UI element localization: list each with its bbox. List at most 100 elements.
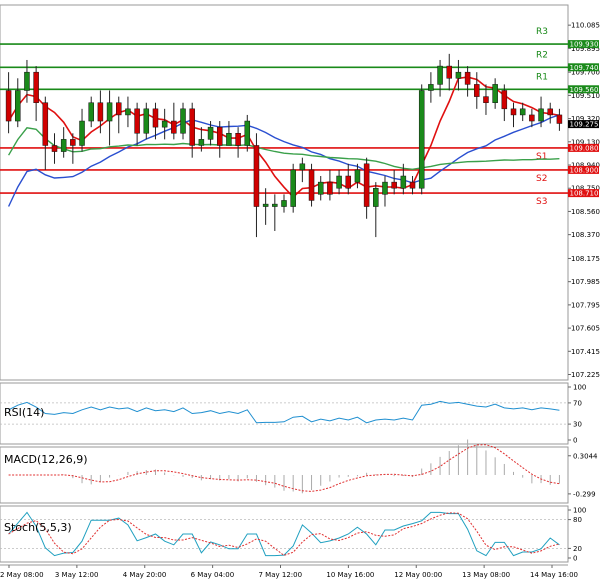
candle-body: [216, 126, 223, 146]
level-price-r2: 109.740: [570, 64, 599, 72]
stoch-label: Stoch(5,5,3): [4, 521, 72, 534]
candle-body: [556, 114, 563, 124]
level-price-s3: 108.710: [570, 190, 599, 198]
rsi-label: RSI(14): [4, 406, 44, 419]
level-name-s2: S2: [536, 174, 547, 184]
candle-body: [161, 120, 168, 128]
candle-body: [483, 96, 489, 103]
price-tick-label: 107.985: [571, 278, 600, 286]
macd-tick-label: -0.299: [573, 490, 596, 498]
candle-body: [88, 102, 94, 122]
candle-body: [308, 169, 315, 201]
candle-body: [106, 102, 113, 122]
time-label: 4 May 20:00: [123, 571, 167, 579]
candle-body: [538, 108, 544, 122]
candle-body: [299, 163, 306, 171]
level-name-r3: R3: [536, 27, 548, 37]
level-price-s1: 109.080: [570, 144, 599, 152]
candle-body: [418, 90, 425, 189]
price-tick-label: 108.370: [571, 231, 600, 239]
candle-body: [290, 169, 296, 207]
candle-body: [382, 181, 388, 195]
time-label: 3 May 12:00: [55, 571, 99, 579]
level-price-s2: 108.900: [570, 166, 599, 174]
candle-body: [492, 84, 498, 103]
time-label: 2 May 08:00: [0, 571, 44, 579]
candle-body: [409, 181, 416, 189]
price-tick-label: 108.560: [571, 208, 600, 216]
level-price-r3: 109.930: [570, 41, 599, 49]
candle-body: [171, 120, 177, 134]
candle-body: [235, 133, 241, 146]
candle-body: [42, 102, 49, 146]
candle-body: [262, 203, 269, 207]
candle-body: [134, 108, 140, 134]
rsi-tick-label: 70: [573, 399, 582, 407]
time-label: 6 May 04:00: [191, 571, 235, 579]
candle-body: [244, 120, 251, 146]
candle-body: [373, 187, 379, 207]
candle-body: [327, 181, 333, 195]
level-name-s3: S3: [536, 197, 547, 207]
level-name-s1: S1: [536, 152, 547, 162]
forex-chart: 110.085109.895109.700109.510109.320109.1…: [0, 4, 600, 579]
candle-body: [198, 139, 205, 146]
candle-body: [79, 120, 85, 146]
current-price-label: 109.275: [570, 121, 599, 129]
price-tick-label: 108.175: [571, 255, 600, 263]
candle-body: [345, 175, 352, 189]
candle-body: [189, 108, 195, 146]
candle-body: [180, 108, 186, 134]
price-tick-label: 107.225: [571, 371, 600, 379]
level-name-r1: R1: [536, 72, 548, 82]
candle-body: [336, 175, 342, 189]
candle-body: [152, 108, 159, 128]
candle-body: [226, 133, 232, 146]
candle-body: [510, 108, 517, 116]
candle-body: [474, 84, 480, 97]
candle-body: [529, 114, 535, 122]
candle-body: [317, 181, 324, 195]
candle-body: [363, 163, 370, 207]
macd-label: MACD(12,26,9): [4, 453, 88, 466]
candle-body: [60, 139, 67, 152]
level-name-r2: R2: [536, 50, 548, 60]
candle-body: [391, 181, 397, 189]
candle-body: [400, 175, 407, 189]
candle-body: [455, 71, 462, 79]
candle-body: [547, 108, 553, 116]
stoch-tick-label: 20: [573, 545, 582, 553]
time-label: 10 May 16:00: [326, 571, 374, 579]
candle-body: [253, 145, 260, 207]
price-tick-label: 110.085: [571, 22, 600, 30]
candle-body: [354, 169, 361, 183]
time-label: 13 May 08:00: [462, 571, 510, 579]
candle-body: [272, 203, 278, 207]
candle-body: [15, 90, 21, 122]
candle-body: [281, 200, 287, 207]
candle-body: [446, 65, 452, 79]
level-price-r1: 109.560: [570, 86, 599, 94]
candle-body: [437, 65, 443, 85]
time-label: 12 May 00:00: [394, 571, 442, 579]
candle-body: [428, 84, 434, 91]
price-tick-label: 107.415: [571, 348, 600, 356]
candle-body: [5, 90, 12, 122]
stoch-tick-label: 0: [573, 555, 577, 563]
time-axis: 2 May 08:00 3 May 12:00 4 May 20:00 6 May 0…: [0, 565, 578, 579]
time-label: 7 May 12:00: [259, 571, 303, 579]
candle-body: [116, 102, 122, 116]
candle-body: [97, 102, 104, 122]
candle-body: [207, 126, 214, 140]
rsi-tick-label: 30: [573, 421, 582, 429]
price-tick-label: 107.605: [571, 325, 600, 333]
stoch-tick-label: 80: [573, 516, 582, 524]
indicator-panel-1: [0, 382, 569, 445]
price-axis: 110.085109.895109.700109.510109.320109.1…: [568, 22, 600, 379]
candle-body: [464, 71, 471, 85]
stoch-tick-label: 100: [573, 507, 586, 515]
candle-body: [24, 71, 30, 91]
rsi-tick-label: 100: [573, 384, 586, 392]
candle-body: [70, 139, 76, 146]
candle-body: [51, 145, 58, 152]
